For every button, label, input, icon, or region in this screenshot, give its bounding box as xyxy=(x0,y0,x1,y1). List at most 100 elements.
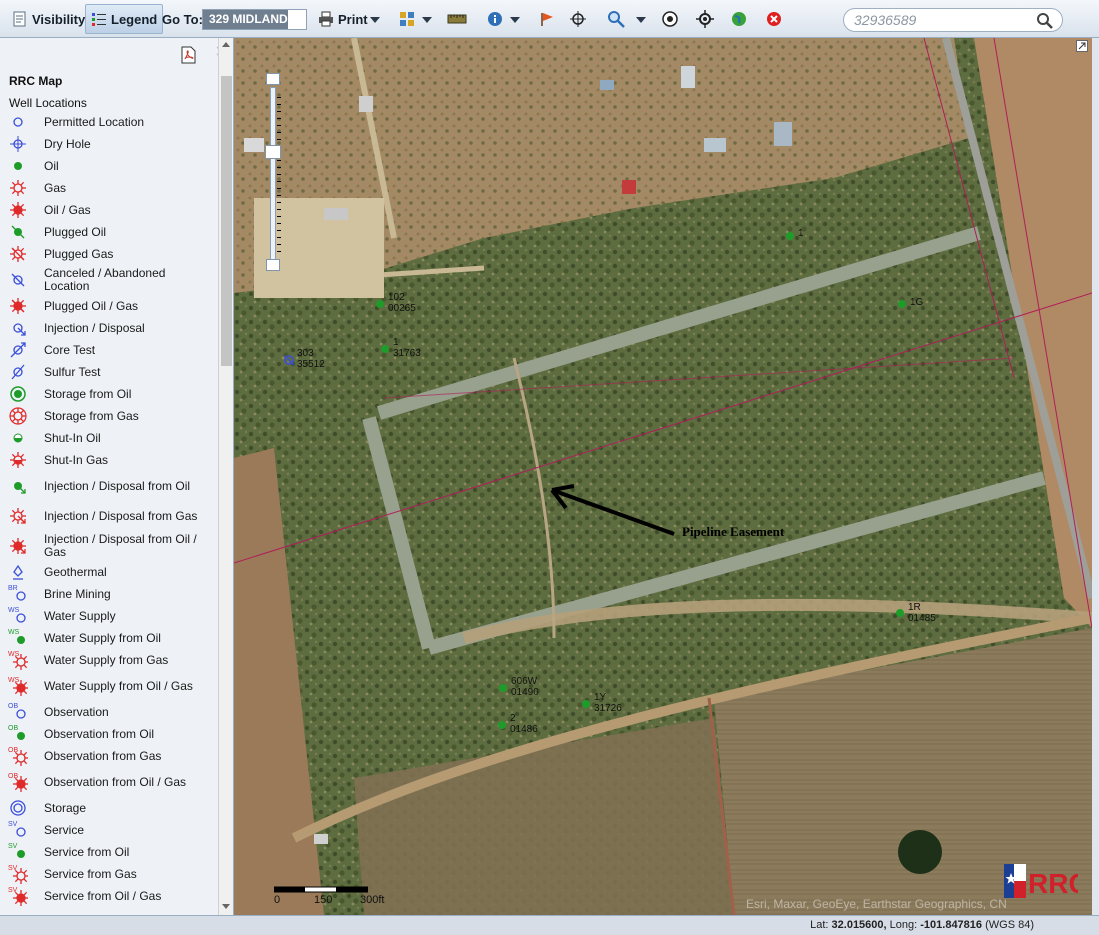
dot-icon xyxy=(8,156,28,176)
expand-icon[interactable] xyxy=(1076,40,1088,52)
search-value: 32936589 xyxy=(854,12,917,28)
legend-item-label: Storage from Gas xyxy=(44,408,139,423)
grid-icon[interactable] xyxy=(397,9,417,29)
circle-slash2-icon xyxy=(8,362,28,382)
legend-button[interactable]: Legend xyxy=(85,4,164,34)
rrc-logo: RRC xyxy=(1004,864,1089,901)
half-dot-icon xyxy=(8,428,28,448)
legend-item-label: Plugged Oil xyxy=(44,224,107,239)
legend-item: OB Observation xyxy=(0,701,218,723)
goto-input[interactable]: 329 MIDLAND xyxy=(202,9,307,30)
target-icon[interactable] xyxy=(660,9,680,29)
scale-label-0: 0 xyxy=(274,894,281,906)
grid-dropdown-caret[interactable] xyxy=(422,17,432,23)
legend-item: Injection / Disposal xyxy=(0,317,218,339)
zoom-dropdown-caret[interactable] xyxy=(636,17,646,23)
legend-item-label: Injection / Disposal from Gas xyxy=(44,508,198,523)
scroll-down-arrow[interactable] xyxy=(222,904,230,909)
legend-item-label: Storage xyxy=(44,800,87,815)
map-view[interactable]: 1 1G 102 00265 1 31763 303 35512 1R 01485 606W… xyxy=(234,38,1092,915)
legend-item-label: Water Supply from Oil / Gas xyxy=(44,678,193,693)
pdf-icon[interactable] xyxy=(180,46,196,64)
sun-filled-slash-icon xyxy=(8,296,28,316)
zoom-slider[interactable] xyxy=(264,73,282,273)
oil-well-marker[interactable] xyxy=(379,343,391,355)
pipeline-annotation: Pipeline Easement xyxy=(682,524,785,539)
legend-item-label: Brine Mining xyxy=(44,586,111,601)
legend-item: Plugged Oil / Gas xyxy=(0,295,218,317)
legend-label: Legend xyxy=(111,11,158,27)
search-input[interactable]: 32936589 xyxy=(843,8,1063,32)
oil-well-marker[interactable] xyxy=(894,607,906,619)
legend-item: WS Water Supply xyxy=(0,605,218,627)
geo-icon xyxy=(8,562,28,582)
zoom-track[interactable] xyxy=(270,87,276,262)
globe-icon[interactable] xyxy=(729,9,749,29)
visibility-button[interactable]: Visibility xyxy=(6,4,91,34)
zoom-icon[interactable] xyxy=(606,9,626,29)
measure-icon[interactable] xyxy=(447,9,467,29)
tag-circle-icon: WS xyxy=(8,606,28,626)
circle-arrow-icon xyxy=(8,318,28,338)
circle-cross-icon xyxy=(8,134,28,154)
svg-text:OB: OB xyxy=(8,703,18,710)
legend-item: Injection / Disposal from Gas xyxy=(0,501,218,531)
dot-slash-icon xyxy=(8,222,28,242)
legend-item: WS Water Supply from Oil xyxy=(0,627,218,649)
injection-well-marker[interactable] xyxy=(283,354,295,366)
legend-item: Storage from Oil xyxy=(0,383,218,405)
legend-item-label: Observation xyxy=(44,704,109,719)
locate-icon[interactable] xyxy=(695,9,715,29)
legend-title: RRC Map xyxy=(9,74,63,88)
tag-sun-filled-icon: SV xyxy=(8,886,28,906)
tag-dot-icon: OB xyxy=(8,724,28,744)
map-attribution: Esri, Maxar, GeoEye, Earthstar Geographi… xyxy=(746,897,1007,911)
legend-item-label: Core Test xyxy=(44,342,96,357)
legend-item-label: Injection / Disposal from Oil / Gas xyxy=(44,532,197,559)
legend-item: Oil / Gas xyxy=(0,199,218,221)
legend-item: SV Service from Oil xyxy=(0,841,218,863)
oil-well-marker[interactable] xyxy=(896,298,908,310)
search-icon[interactable] xyxy=(1036,12,1054,30)
toolbar: Visibility Legend Go To: 329 MIDLAND Pri… xyxy=(0,0,1099,38)
open-circle-icon xyxy=(8,112,28,132)
zoom-out-button[interactable] xyxy=(266,259,280,271)
info-icon[interactable] xyxy=(485,9,505,29)
flag-icon[interactable] xyxy=(537,9,557,29)
crosshair-icon[interactable] xyxy=(568,9,588,29)
legend-list-icon xyxy=(92,13,106,26)
legend-item-label: Shut-In Gas xyxy=(44,452,109,467)
print-button[interactable]: Print xyxy=(312,4,374,34)
close-red-icon[interactable] xyxy=(764,9,784,29)
tag-circle-icon: SV xyxy=(8,820,28,840)
legend-scrollbar[interactable] xyxy=(218,38,233,915)
tag-circle-icon: BR xyxy=(8,584,28,604)
legend-item: Gas xyxy=(0,177,218,199)
oil-well-marker[interactable] xyxy=(497,682,509,694)
oil-well-marker[interactable] xyxy=(374,298,386,310)
svg-text:WS: WS xyxy=(8,629,20,636)
scroll-up-arrow[interactable] xyxy=(222,42,230,47)
oil-well-marker[interactable] xyxy=(580,698,592,710)
oil-well-marker[interactable] xyxy=(496,719,508,731)
scale-bar xyxy=(274,886,368,893)
tag-sun-icon: OB xyxy=(8,746,28,766)
print-dropdown-caret[interactable] xyxy=(370,17,380,23)
legend-item-label: Injection / Disposal xyxy=(44,320,145,335)
zoom-in-button[interactable] xyxy=(266,73,280,85)
legend-item: Sulfur Test xyxy=(0,361,218,383)
info-dropdown-caret[interactable] xyxy=(510,17,520,23)
circle-slash-icon xyxy=(8,270,28,290)
scroll-thumb[interactable] xyxy=(221,76,232,366)
legend-item: Geothermal xyxy=(0,561,218,583)
legend-item: SV Service from Gas xyxy=(0,863,218,885)
zoom-knob[interactable] xyxy=(265,145,281,159)
sun-open-icon xyxy=(8,178,28,198)
oil-well-marker[interactable] xyxy=(784,230,796,242)
scale-label-150: 150 xyxy=(314,894,333,906)
well-label: 2 01486 xyxy=(510,713,538,735)
svg-text:SV: SV xyxy=(8,821,18,828)
legend-item-label: Observation from Oil xyxy=(44,726,155,741)
svg-text:SV: SV xyxy=(8,843,18,850)
legend-item-label: Plugged Gas xyxy=(44,246,114,261)
